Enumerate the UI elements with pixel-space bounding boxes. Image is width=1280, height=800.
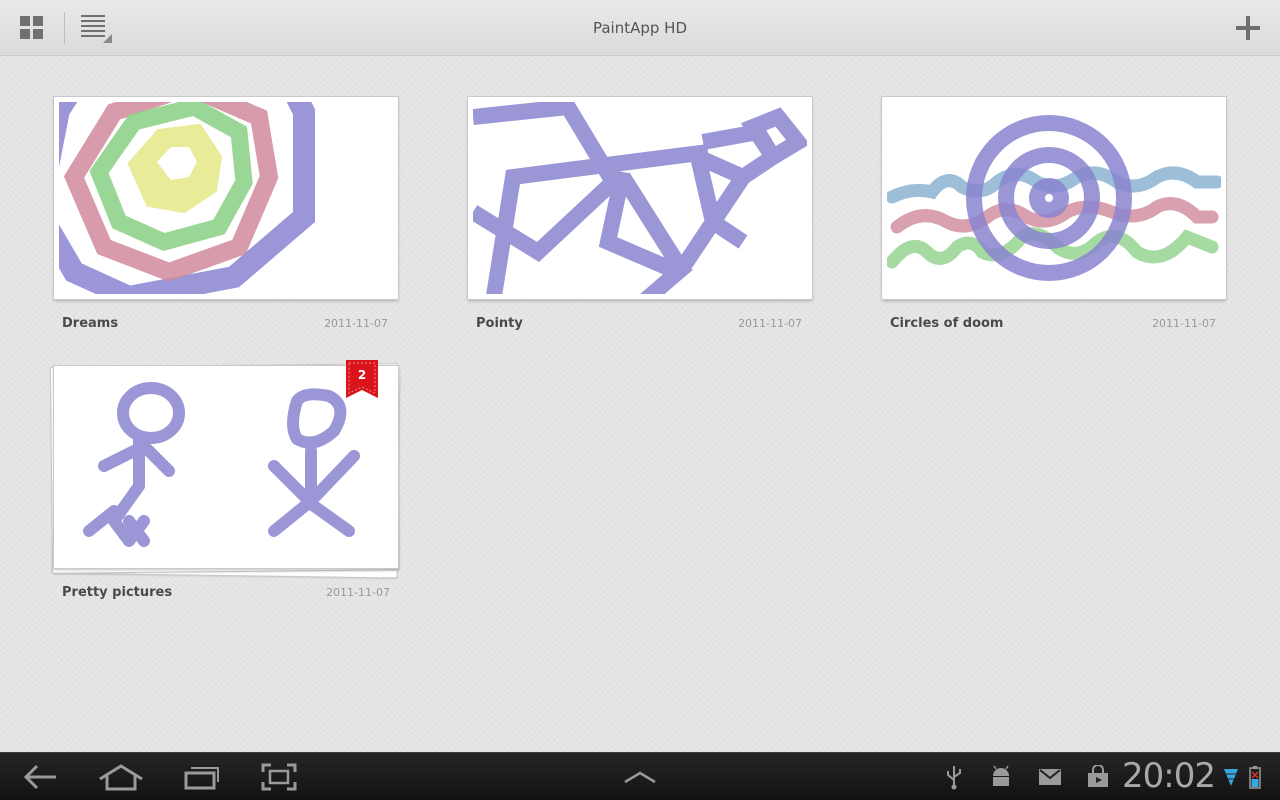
list-view-dropdown[interactable] xyxy=(66,0,126,56)
drawing-title: Pointy xyxy=(476,316,523,331)
usb-notification[interactable] xyxy=(940,753,968,800)
debug-notification[interactable] xyxy=(985,753,1017,800)
drawing-title: Dreams xyxy=(62,316,119,331)
drawing-thumbnail[interactable] xyxy=(468,97,812,299)
back-button[interactable] xyxy=(18,753,64,800)
action-bar: PaintApp HD xyxy=(0,0,1280,56)
drawing-card-pointy[interactable]: Pointy 2011-11-07 xyxy=(468,97,812,337)
grid-view-icon xyxy=(20,16,43,39)
drawing-card-dreams[interactable]: Dreams 2011-11-07 xyxy=(54,97,398,337)
screenshot-button[interactable] xyxy=(258,753,300,800)
screenshot-icon xyxy=(261,763,297,791)
battery-icon xyxy=(1249,766,1261,789)
drawing-preview-pretty-pictures xyxy=(83,382,360,547)
drawing-card-circles-of-doom[interactable]: Circles of doom 2011-11-07 xyxy=(882,97,1226,337)
drawing-date: 2011-11-07 xyxy=(326,586,390,599)
recent-apps-icon xyxy=(184,767,219,790)
app-title: PaintApp HD xyxy=(592,19,688,37)
home-icon xyxy=(99,764,143,791)
drawing-stack-pretty-pictures[interactable]: 2 Pretty pictures 2011-11-07 xyxy=(50,360,402,607)
market-icon xyxy=(1088,765,1108,787)
chevron-up-icon xyxy=(624,771,656,784)
gmail-icon xyxy=(1039,769,1061,785)
drawing-date: 2011-11-07 xyxy=(738,317,802,330)
drawing-date: 2011-11-07 xyxy=(324,317,388,330)
clock[interactable]: 20:02 xyxy=(1122,753,1216,800)
gmail-notification[interactable] xyxy=(1034,753,1066,800)
drawing-date: 2011-11-07 xyxy=(1152,317,1216,330)
wifi-status[interactable] xyxy=(1220,753,1242,800)
version-count-badge: 2 xyxy=(346,360,378,400)
drawing-thumbnail[interactable] xyxy=(54,97,398,299)
usb-icon xyxy=(947,766,961,790)
battery-status[interactable] xyxy=(1244,753,1266,800)
market-notification[interactable] xyxy=(1082,753,1114,800)
drawing-title: Circles of doom xyxy=(890,316,1004,331)
drawing-preview-dreams xyxy=(59,102,315,294)
home-button[interactable] xyxy=(96,753,146,800)
add-drawing-button[interactable] xyxy=(1216,0,1280,56)
drawing-title: Pretty pictures xyxy=(62,585,173,600)
menu-button[interactable] xyxy=(618,753,662,800)
list-view-icon xyxy=(81,15,112,43)
action-bar-divider xyxy=(64,12,65,44)
drawing-preview-circles-of-doom xyxy=(887,115,1221,281)
android-debug-icon xyxy=(993,765,1009,786)
grid-view-button[interactable] xyxy=(0,0,64,56)
badge-count: 2 xyxy=(357,368,367,382)
wifi-icon xyxy=(1224,769,1238,786)
drawing-thumbnail[interactable] xyxy=(882,97,1226,299)
recent-apps-button[interactable] xyxy=(180,753,224,800)
system-bar: 20:02 xyxy=(0,752,1280,800)
plus-icon xyxy=(1236,16,1260,40)
back-icon xyxy=(23,764,56,790)
drawing-preview-pointy xyxy=(473,102,807,294)
